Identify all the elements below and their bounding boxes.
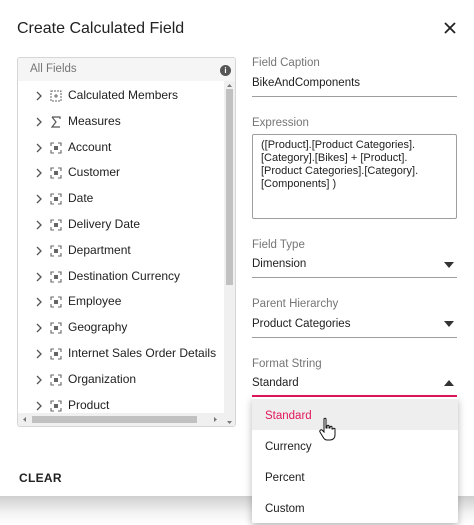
- tree-item-label: Department: [68, 242, 131, 257]
- clear-button[interactable]: CLEAR: [19, 471, 62, 485]
- chevron-right-icon[interactable]: [34, 272, 44, 282]
- chevron-right-icon[interactable]: [34, 297, 44, 307]
- format-string-dropdown[interactable]: Standard: [252, 377, 299, 389]
- chevron-right-icon[interactable]: [34, 194, 44, 204]
- parent-hierarchy-underline: [252, 337, 457, 338]
- tree-header: All Fields i: [18, 58, 235, 81]
- dimension-icon: [50, 374, 62, 386]
- field-type-underline: [252, 277, 457, 278]
- dimension-icon: [50, 193, 62, 205]
- chevron-right-icon[interactable]: [34, 375, 44, 385]
- chevron-right-icon[interactable]: [34, 168, 44, 178]
- scroll-down-arrow-icon[interactable]: [224, 419, 235, 427]
- field-caption-input[interactable]: BikeAndComponents: [252, 77, 360, 89]
- vertical-scroll-thumb[interactable]: [226, 89, 233, 285]
- tree-item-label: Delivery Date: [68, 217, 141, 231]
- info-icon[interactable]: i: [220, 65, 231, 76]
- tree-header-label: All Fields: [30, 63, 77, 75]
- tree-item[interactable]: Account: [18, 137, 223, 159]
- format-option-currency[interactable]: Currency: [252, 430, 458, 461]
- scroll-right-arrow-icon[interactable]: [211, 415, 220, 424]
- format-string-caret-up-icon[interactable]: [444, 380, 454, 386]
- vertical-scrollbar[interactable]: [224, 81, 235, 427]
- chevron-right-icon[interactable]: [34, 220, 44, 230]
- tree-item[interactable]: Calculated Members: [18, 85, 223, 107]
- tree-item[interactable]: Customer: [18, 162, 223, 184]
- tree-item-label: Measures: [68, 113, 121, 128]
- tree-item[interactable]: Geography: [18, 317, 223, 339]
- parent-hierarchy-caret-down-icon[interactable]: [444, 321, 454, 327]
- tree-item-label: Geography: [68, 320, 128, 335]
- hand-pointer-cursor-icon: [319, 417, 336, 441]
- chevron-right-icon[interactable]: [34, 246, 44, 256]
- dialog-title: Create Calculated Field: [17, 20, 185, 37]
- horizontal-scrollbar[interactable]: [18, 413, 224, 426]
- tree-item[interactable]: Department: [18, 240, 223, 262]
- format-string-label: Format String: [252, 358, 322, 370]
- tree-item[interactable]: Organization: [18, 369, 223, 391]
- expression-textarea[interactable]: ([Product].[Product Categories].[Categor…: [252, 134, 457, 219]
- tree-item-label: Account: [68, 139, 112, 154]
- format-string-popup: Standard Currency Percent Custom: [252, 397, 458, 523]
- close-icon[interactable]: [440, 18, 460, 38]
- dimension-icon: [50, 296, 62, 308]
- chevron-right-icon[interactable]: [34, 349, 44, 359]
- dimension-icon: [50, 348, 62, 360]
- dimension-icon: [50, 219, 62, 231]
- field-list-tree: All Fields i Calculated Members Measures A…: [17, 57, 236, 427]
- format-option-percent[interactable]: Percent: [252, 461, 458, 492]
- dimension-icon: [50, 322, 62, 334]
- chevron-right-icon[interactable]: [34, 323, 44, 333]
- tree-item-label: Organization: [68, 371, 137, 386]
- tree-item[interactable]: Destination Currency: [18, 266, 223, 288]
- dimension-icon: [50, 271, 62, 283]
- expression-label: Expression: [252, 117, 309, 129]
- tree-item-label: Employee: [68, 294, 122, 309]
- chevron-right-icon[interactable]: [34, 401, 44, 411]
- format-option-standard[interactable]: Standard: [252, 399, 458, 430]
- horizontal-scroll-thumb[interactable]: [32, 416, 197, 423]
- scroll-left-arrow-icon[interactable]: [20, 415, 29, 424]
- tree-item[interactable]: Delivery Date: [18, 214, 223, 236]
- tree-item-label: Date: [68, 191, 94, 206]
- field-caption-label: Field Caption: [252, 57, 320, 69]
- calculated-members-icon: [50, 90, 62, 102]
- dimension-icon: [50, 167, 62, 179]
- tree-item-label: Calculated Members: [68, 88, 179, 102]
- tree-item[interactable]: Employee: [18, 291, 223, 313]
- parent-hierarchy-dropdown[interactable]: Product Categories: [252, 318, 350, 330]
- tree-item[interactable]: Date: [18, 188, 223, 210]
- scroll-up-arrow-icon[interactable]: [224, 81, 235, 89]
- tree-item-label: Destination Currency: [68, 268, 181, 283]
- parent-hierarchy-label: Parent Hierarchy: [252, 298, 339, 310]
- field-type-dropdown[interactable]: Dimension: [252, 258, 306, 270]
- chevron-right-icon[interactable]: [34, 91, 44, 101]
- field-caption-underline: [252, 96, 457, 97]
- format-option-custom[interactable]: Custom: [252, 492, 458, 523]
- field-type-caret-down-icon[interactable]: [444, 262, 454, 268]
- dimension-icon: [50, 245, 62, 257]
- chevron-right-icon[interactable]: [34, 117, 44, 127]
- tree-item-label: Customer: [68, 165, 121, 180]
- dimension-icon: [50, 142, 62, 154]
- tree-item[interactable]: Measures: [18, 111, 223, 133]
- chevron-right-icon[interactable]: [34, 143, 44, 153]
- tree-item-label: Internet Sales Order Details: [68, 346, 217, 360]
- dimension-icon: [50, 400, 62, 412]
- tree-item-label: Product: [68, 397, 110, 412]
- sigma-icon: [50, 116, 61, 128]
- tree-item[interactable]: Internet Sales Order Details: [18, 343, 223, 365]
- field-type-label: Field Type: [252, 239, 305, 251]
